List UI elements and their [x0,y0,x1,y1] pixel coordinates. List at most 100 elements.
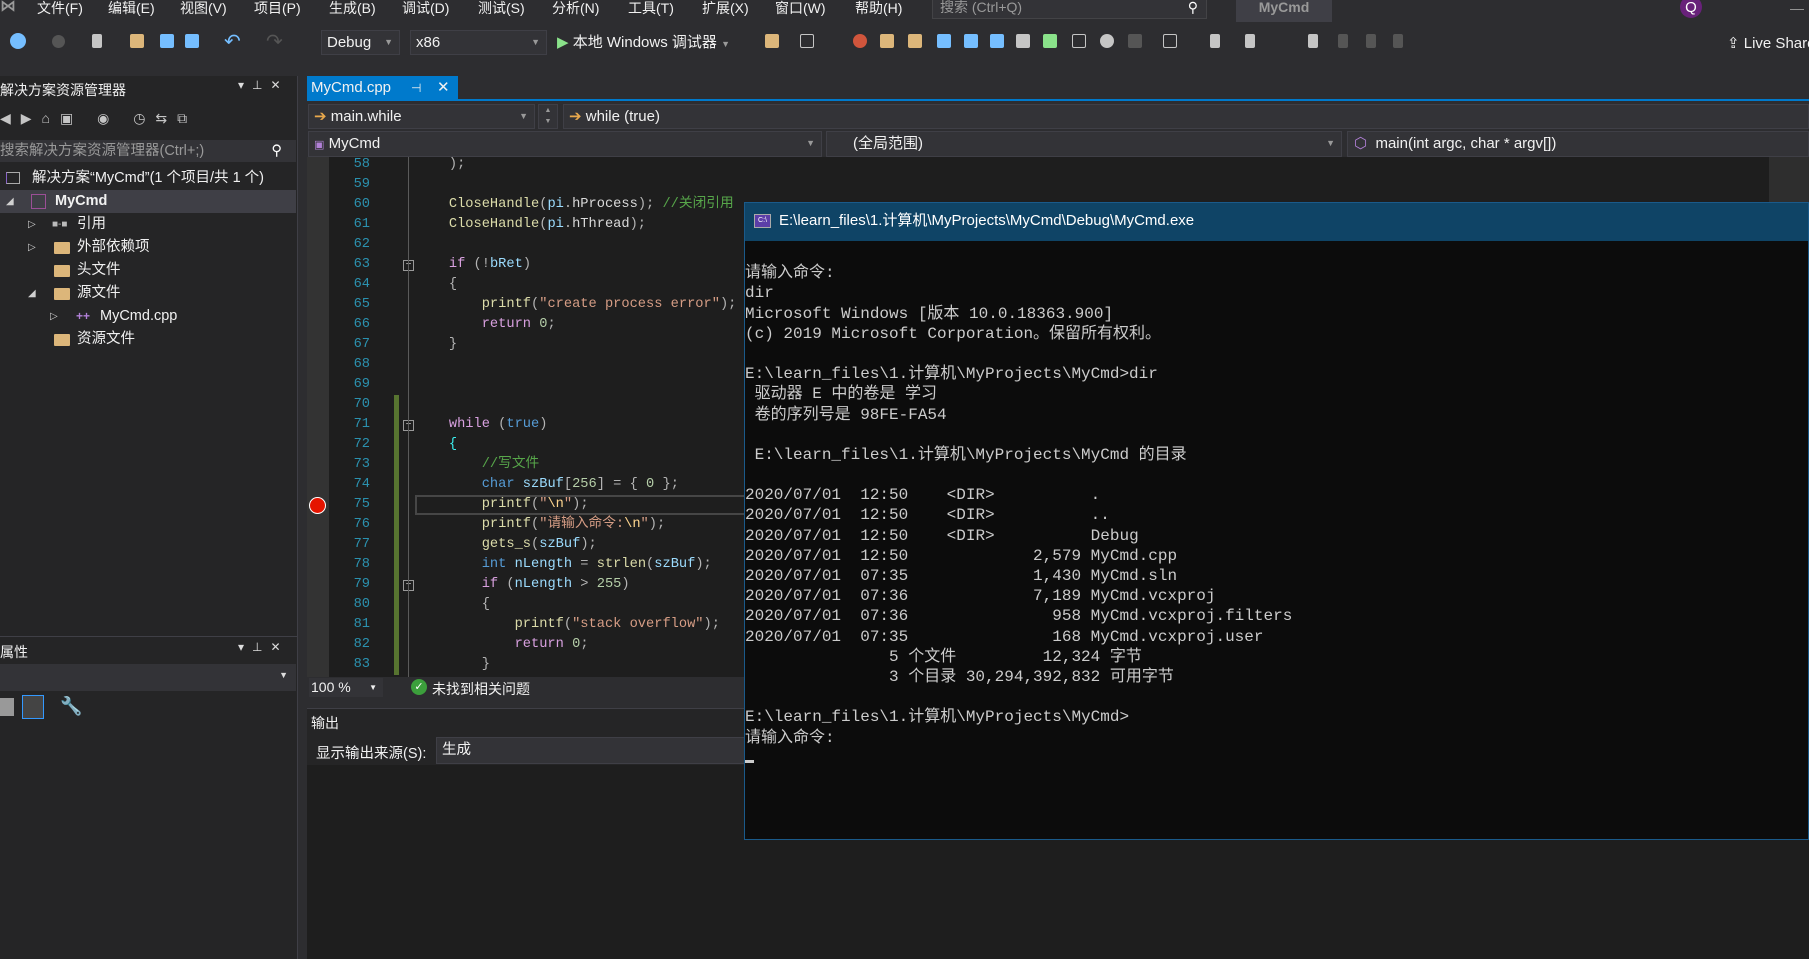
toolbar-icon[interactable] [908,34,922,48]
start-debugging-button[interactable]: ▶ 本地 Windows 调试器 ▼ [557,31,730,55]
tree-project[interactable]: ◢ MyCmd [0,190,296,213]
issues-status[interactable]: 未找到相关问题 [432,679,530,699]
diagnostics-icon[interactable] [853,34,867,48]
tree-header-files[interactable]: 头文件 [0,259,296,282]
back-icon[interactable] [10,33,26,49]
project-dropdown[interactable]: ▣ MyCmd ▼ [308,131,822,157]
menu-test[interactable]: 测试(S) [478,0,525,20]
bookmark-icon[interactable] [1308,34,1318,48]
live-share-button[interactable]: ⇪ Live Share [1727,34,1809,52]
menu-analyze[interactable]: 分析(N) [552,0,599,20]
solution-search-input[interactable]: 搜索解决方案资源管理器(Ctrl+;) ⚲ [0,140,296,162]
toolbar-icon[interactable] [990,34,1004,48]
change-indicator [394,575,399,595]
scope-nav-dropdown[interactable]: ➔ main.while ▼ [308,104,535,129]
global-scope-dropdown[interactable]: (全局范围) ▼ [826,131,1342,157]
property-pages-icon[interactable]: 🔧 [60,696,82,717]
avatar[interactable]: Q [1680,0,1702,18]
menu-window[interactable]: 窗口(W) [775,0,826,20]
toolbar-icon[interactable] [880,34,894,48]
breakpoint-icon[interactable] [309,497,326,514]
tree-external-deps[interactable]: ▷ 外部依赖项 [0,236,296,259]
menu-help[interactable]: 帮助(H) [855,0,902,20]
menu-file[interactable]: 文件(F) [37,0,83,20]
console-title-bar[interactable]: C:\ E:\learn_files\1.计算机\MyProjects\MyCm… [745,203,1808,241]
new-project-icon[interactable] [92,34,102,48]
code-token: ); [416,157,466,172]
toolbar-icon[interactable] [1016,34,1030,48]
menu-tools[interactable]: 工具(T) [628,0,674,20]
code-token: ( [531,537,540,552]
member-nav-dropdown[interactable]: ➔ while (true) [563,104,1809,129]
menu-view[interactable]: 视图(V) [180,0,227,20]
code-token: ) [522,257,532,272]
pin-icon[interactable]: ⊣ [411,76,421,100]
spell-check-icon[interactable] [1043,34,1057,48]
change-indicator [394,455,399,475]
toolbar-icon[interactable] [964,34,978,48]
tree-references[interactable]: ▷ ■-■ 引用 [0,213,296,236]
toolbar-icon[interactable] [1128,34,1142,48]
nav-up-down-buttons[interactable]: ▲ ▼ [538,104,558,129]
code-token: } [416,337,458,352]
toolbar-icon[interactable] [1072,34,1086,48]
code-token: nLength [514,577,573,592]
toolbar-icon[interactable] [937,34,951,48]
panel-controls[interactable]: ▾⊥✕ [238,640,289,654]
undo-icon[interactable]: ↶ [224,29,241,54]
platform-dropdown[interactable]: x86 ▼ [410,30,547,55]
tab-underline [307,99,1809,101]
bookmark-prev-icon[interactable] [1338,34,1348,48]
bookmark-next-icon[interactable] [1366,34,1376,48]
menu-build[interactable]: 生成(B) [329,0,376,20]
panel-controls[interactable]: ▾⊥✕ [238,78,289,92]
bookmark-clear-icon[interactable] [1393,34,1403,48]
categorized-icon[interactable] [0,698,14,716]
code-token: ); [637,197,655,212]
share-icon: ⇪ [1727,35,1740,52]
code-token: printf [481,297,532,312]
tree-resource-files[interactable]: 资源文件 [0,328,296,351]
console-title: E:\learn_files\1.计算机\MyProjects\MyCmd\De… [779,212,1195,229]
save-icon[interactable] [160,34,174,48]
menu-edit[interactable]: 编辑(E) [108,0,155,20]
menu-project[interactable]: 项目(P) [254,0,301,20]
find-in-files-icon[interactable] [765,34,779,48]
tree-source-files[interactable]: ◢ 源文件 [0,282,296,305]
console-line: 驱动器 E 中的卷是 学习 [745,385,938,404]
tree-solution[interactable]: 解决方案“MyCmd”(1 个项目/共 1 个) [0,167,296,190]
toolbar-icon[interactable] [1163,34,1177,48]
line-number: 62 [353,237,370,252]
comment-icon[interactable] [1210,34,1220,48]
menu-debug[interactable]: 调试(D) [402,0,449,20]
close-icon[interactable]: ✕ [437,76,450,100]
browser-icon[interactable] [800,34,814,48]
console-line: (c) 2019 Microsoft Corporation。保留所有权利。 [745,324,1162,343]
code-line: int nLength = strlen(szBuf); [416,555,712,575]
tree-mycmd-cpp[interactable]: ▷ ++ MyCmd.cpp [0,305,296,328]
minimize-button[interactable]: — [1790,0,1804,16]
solution-explorer-toolbar[interactable]: ◀▶⌂▣ ◉ ◷⇆⧉ [0,110,197,127]
properties-object-dropdown[interactable]: ▼ [0,664,296,691]
tab-mycmd-cpp[interactable]: MyCmd.cpp ⊣ ✕ [307,76,458,100]
forward-icon[interactable] [52,35,65,48]
line-number: 69 [353,377,370,392]
open-folder-icon[interactable] [130,34,144,48]
config-dropdown[interactable]: Debug ▼ [321,30,400,55]
breakpoint-margin[interactable] [307,157,329,677]
menu-extensions[interactable]: 扩展(X) [702,0,749,20]
zoom-dropdown[interactable]: 100 % ▼ [309,678,383,697]
search-box[interactable]: 搜索 (Ctrl+Q) ⚲ [932,0,1207,19]
console-window[interactable]: C:\ E:\learn_files\1.计算机\MyProjects\MyCm… [744,202,1809,840]
save-all-icon[interactable] [185,34,199,48]
change-indicator [394,415,399,435]
function-dropdown[interactable]: ⬡ main(int argc, char * argv[]) [1347,131,1809,157]
uncomment-icon[interactable] [1245,34,1255,48]
toolbar-icon[interactable] [1100,34,1114,48]
alphabetical-icon[interactable] [22,695,44,719]
redo-icon[interactable]: ↷ [266,29,283,54]
